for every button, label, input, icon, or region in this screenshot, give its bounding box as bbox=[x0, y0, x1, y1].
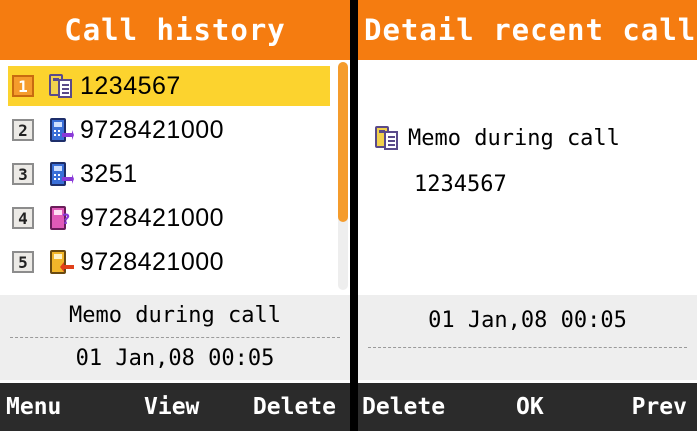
call-row[interactable]: 4 ? 9728421000 bbox=[8, 198, 330, 238]
prev-softkey[interactable]: Prev bbox=[632, 383, 687, 431]
outgoing-call-icon bbox=[50, 118, 74, 142]
received-call-icon bbox=[50, 250, 74, 274]
view-softkey[interactable]: View bbox=[144, 383, 199, 431]
delete-softkey[interactable]: Delete bbox=[253, 383, 336, 431]
row-index: 4 bbox=[12, 207, 34, 229]
call-history-screen: Call history 1 1234567 2 9728421000 3 32… bbox=[0, 0, 350, 431]
detail-info-band: 01 Jan,08 00:05 bbox=[358, 295, 697, 380]
call-number: 9728421000 bbox=[80, 115, 225, 144]
row-index: 2 bbox=[12, 119, 34, 141]
screen-divider bbox=[350, 0, 358, 431]
call-type-label: Memo during call bbox=[69, 303, 281, 328]
missed-call-icon: ? bbox=[50, 206, 70, 230]
call-number: 1234567 bbox=[80, 71, 181, 100]
call-detail-screen: Detail recent call Memo during call 1234… bbox=[358, 0, 697, 431]
detail-memo-row: Memo during call bbox=[374, 125, 620, 151]
call-list: 1 1234567 2 9728421000 3 3251 4 ? 972842… bbox=[0, 62, 336, 290]
call-history-title: Call history bbox=[0, 0, 350, 60]
memo-call-icon bbox=[375, 126, 398, 150]
row-index: 1 bbox=[12, 75, 34, 97]
detail-datetime: 01 Jan,08 00:05 bbox=[428, 308, 627, 333]
row-index: 5 bbox=[12, 251, 34, 273]
detail-memo-label: Memo during call bbox=[408, 125, 620, 151]
memo-call-icon bbox=[49, 74, 72, 98]
call-row[interactable]: 2 9728421000 bbox=[8, 110, 330, 150]
ok-softkey[interactable]: OK bbox=[516, 383, 544, 431]
call-row[interactable]: 1 1234567 bbox=[8, 66, 330, 106]
call-detail-title: Detail recent call bbox=[358, 0, 697, 60]
scroll-thumb[interactable] bbox=[338, 62, 348, 222]
scrollbar[interactable] bbox=[338, 62, 348, 290]
call-row[interactable]: 3 3251 bbox=[8, 154, 330, 194]
call-info-band: Memo during call 01 Jan,08 00:05 bbox=[0, 295, 350, 380]
call-row[interactable]: 5 9728421000 bbox=[8, 242, 330, 282]
row-index: 3 bbox=[12, 163, 34, 185]
dashed-divider bbox=[368, 347, 687, 348]
call-datetime: 01 Jan,08 00:05 bbox=[75, 346, 275, 371]
softkey-bar: Menu View Delete bbox=[0, 383, 350, 431]
call-number: 9728421000 bbox=[80, 203, 225, 232]
detail-number: 1234567 bbox=[414, 172, 507, 197]
call-number: 9728421000 bbox=[80, 247, 225, 276]
svg-text:?: ? bbox=[62, 212, 70, 228]
delete-softkey[interactable]: Delete bbox=[362, 383, 445, 431]
menu-softkey[interactable]: Menu bbox=[6, 383, 61, 431]
outgoing-call-icon bbox=[50, 162, 74, 186]
softkey-bar: Delete OK Prev bbox=[358, 383, 697, 431]
call-number: 3251 bbox=[80, 159, 138, 188]
